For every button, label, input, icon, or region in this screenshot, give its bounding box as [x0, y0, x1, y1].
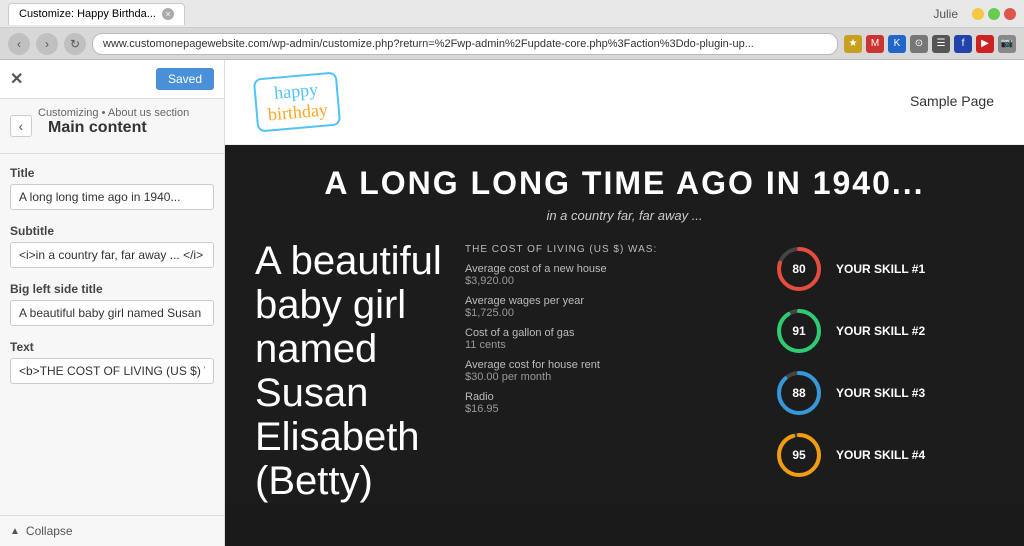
stat-value-3: 11 cents	[465, 339, 764, 351]
title-input[interactable]	[10, 184, 214, 210]
bookmark-icon[interactable]: ★	[844, 35, 862, 53]
field-group-subtitle: Subtitle	[10, 224, 214, 268]
skill-value-4: 95	[792, 448, 805, 462]
stat-name-3: Cost of a gallon of gas	[465, 327, 764, 339]
site-nav: happy birthday Sample Page	[225, 60, 1024, 145]
hero-subtitle: in a country far, far away ...	[255, 208, 994, 223]
close-button[interactable]	[1004, 8, 1016, 20]
stat-name-1: Average cost of a new house	[465, 263, 764, 275]
logo-area: happy birthday	[255, 75, 910, 129]
browser-icons: ★ M K ⊙ ☰ f ▶ 📷	[844, 35, 1016, 53]
hero-title: A LONG LONG TIME AGO IN 1940...	[255, 165, 994, 202]
stat-name-5: Radio	[465, 391, 764, 403]
extension-icon-4[interactable]: ☰	[932, 35, 950, 53]
stat-value-5: $16.95	[465, 403, 764, 415]
sidebar-nav: ‹ Customizing • About us section Main co…	[0, 99, 224, 154]
nav-sample-page[interactable]: Sample Page	[910, 93, 994, 109]
content-row: A beautiful baby girl named Susan Elisab…	[255, 239, 994, 503]
extension-icon-5[interactable]: f	[954, 35, 972, 53]
main-layout: ✕ Saved ‹ Customizing • About us section…	[0, 60, 1024, 546]
stat-name-2: Average wages per year	[465, 295, 764, 307]
stat-name-4: Average cost for house rent	[465, 359, 764, 371]
extension-icon-1[interactable]: M	[866, 35, 884, 53]
dark-section: A LONG LONG TIME AGO IN 1940... in a cou…	[225, 145, 1024, 503]
main-content: happy birthday Sample Page A LONG LONG T…	[225, 60, 1024, 546]
stat-value-1: $3,920.00	[465, 275, 764, 287]
big-left-text-area: A beautiful baby girl named Susan Elisab…	[255, 239, 455, 503]
section-title: Main content	[38, 119, 189, 145]
skill-label-2: YOUR SKILL #2	[836, 324, 925, 338]
skill-value-1: 80	[792, 262, 805, 276]
stats-title: THE COST OF LIVING (US $) WAS:	[465, 244, 764, 255]
close-customize-button[interactable]: ✕	[10, 69, 23, 89]
skill-value-2: 91	[792, 324, 805, 338]
collapse-button[interactable]: ▲ Collapse	[0, 515, 224, 546]
reload-button[interactable]: ↻	[64, 33, 86, 55]
forward-button[interactable]: ›	[36, 33, 58, 55]
skill-item-4: 95 YOUR SKILL #4	[774, 430, 994, 480]
sidebar: ✕ Saved ‹ Customizing • About us section…	[0, 60, 225, 546]
extension-icon-7[interactable]: 📷	[998, 35, 1016, 53]
extension-icon-3[interactable]: ⊙	[910, 35, 928, 53]
stat-value-4: $30.00 per month	[465, 371, 764, 383]
field-group-title: Title	[10, 166, 214, 210]
subtitle-input[interactable]	[10, 242, 214, 268]
stat-item-5: Radio $16.95	[465, 391, 764, 415]
skill-item-3: 88 YOUR SKILL #3	[774, 368, 994, 418]
saved-button[interactable]: Saved	[156, 68, 214, 90]
collapse-label: Collapse	[26, 524, 73, 538]
field-label-title: Title	[10, 166, 214, 180]
sidebar-header: ✕ Saved	[0, 60, 224, 99]
minimize-button[interactable]	[972, 8, 984, 20]
field-group-text: Text	[10, 340, 214, 384]
back-button[interactable]: ‹	[8, 33, 30, 55]
user-label: Julie	[933, 7, 958, 21]
back-nav-button[interactable]: ‹	[10, 115, 32, 137]
logo-birthday: birthday	[267, 99, 329, 125]
field-label-subtitle: Subtitle	[10, 224, 214, 238]
browser-controls: ‹ › ↻ www.customonepagewebsite.com/wp-ad…	[0, 28, 1024, 60]
skill-circle-4: 95	[774, 430, 824, 480]
stat-value-2: $1,725.00	[465, 307, 764, 319]
extension-icon-2[interactable]: K	[888, 35, 906, 53]
browser-titlebar: Customize: Happy Birthda... × Julie	[0, 0, 1024, 28]
sidebar-content: Title Subtitle Big left side title Text	[0, 154, 224, 515]
big-left-text: A beautiful baby girl named Susan Elisab…	[255, 239, 455, 503]
skill-label-4: YOUR SKILL #4	[836, 448, 925, 462]
stats-column: THE COST OF LIVING (US $) WAS: Average c…	[465, 239, 764, 503]
tab-title: Customize: Happy Birthda...	[19, 8, 156, 20]
field-group-big-left: Big left side title	[10, 282, 214, 326]
breadcrumb: Customizing • About us section	[38, 107, 189, 119]
skill-value-3: 88	[792, 386, 805, 400]
skill-circle-3: 88	[774, 368, 824, 418]
big-left-input[interactable]	[10, 300, 214, 326]
field-label-text: Text	[10, 340, 214, 354]
extension-icon-6[interactable]: ▶	[976, 35, 994, 53]
stat-item-2: Average wages per year $1,725.00	[465, 295, 764, 319]
text-input[interactable]	[10, 358, 214, 384]
url-text: www.customonepagewebsite.com/wp-admin/cu…	[103, 38, 754, 50]
skill-item-1: 80 YOUR SKILL #1	[774, 244, 994, 294]
browser-tab[interactable]: Customize: Happy Birthda... ×	[8, 3, 185, 25]
stat-item-3: Cost of a gallon of gas 11 cents	[465, 327, 764, 351]
collapse-arrow-icon: ▲	[10, 526, 20, 537]
field-label-big-left: Big left side title	[10, 282, 214, 296]
stat-item-1: Average cost of a new house $3,920.00	[465, 263, 764, 287]
skill-item-2: 91 YOUR SKILL #2	[774, 306, 994, 356]
tab-close-button[interactable]: ×	[162, 8, 174, 20]
stat-item-4: Average cost for house rent $30.00 per m…	[465, 359, 764, 383]
address-bar[interactable]: www.customonepagewebsite.com/wp-admin/cu…	[92, 33, 838, 55]
maximize-button[interactable]	[988, 8, 1000, 20]
skill-circle-1: 80	[774, 244, 824, 294]
skill-label-3: YOUR SKILL #3	[836, 386, 925, 400]
skills-column: 80 YOUR SKILL #1 91 YOUR	[774, 239, 994, 503]
skill-circle-2: 91	[774, 306, 824, 356]
skill-label-1: YOUR SKILL #1	[836, 262, 925, 276]
